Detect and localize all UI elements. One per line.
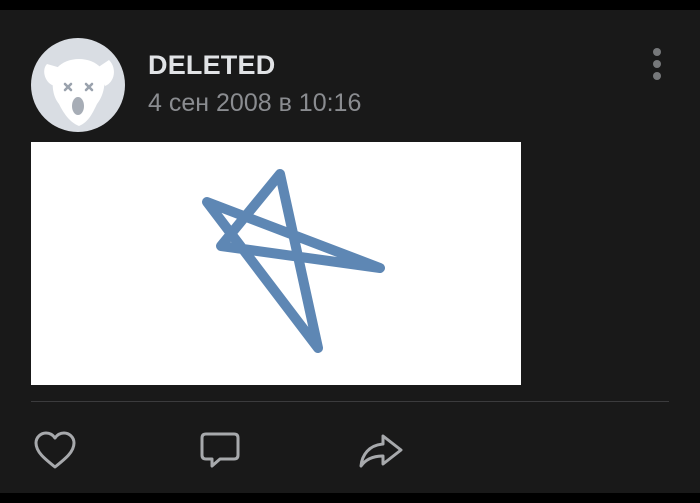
share-icon — [359, 434, 403, 468]
share-button[interactable] — [357, 428, 405, 472]
like-heart-icon — [34, 431, 76, 469]
post-image[interactable] — [31, 142, 521, 385]
deleted-user-dog-icon — [44, 59, 114, 126]
comment-icon — [200, 432, 240, 468]
post-card: DELETED 4 сен 2008 в 10:16 — [0, 10, 700, 493]
like-button[interactable] — [31, 428, 79, 472]
author-name[interactable]: DELETED — [148, 50, 275, 81]
post-date[interactable]: 4 сен 2008 в 10:16 — [148, 89, 361, 118]
more-options-button[interactable] — [643, 44, 671, 84]
hand-drawn-star-image — [202, 169, 385, 353]
more-vertical-icon — [653, 48, 661, 56]
comment-button[interactable] — [196, 428, 244, 472]
avatar[interactable] — [31, 38, 125, 132]
divider — [31, 401, 669, 402]
